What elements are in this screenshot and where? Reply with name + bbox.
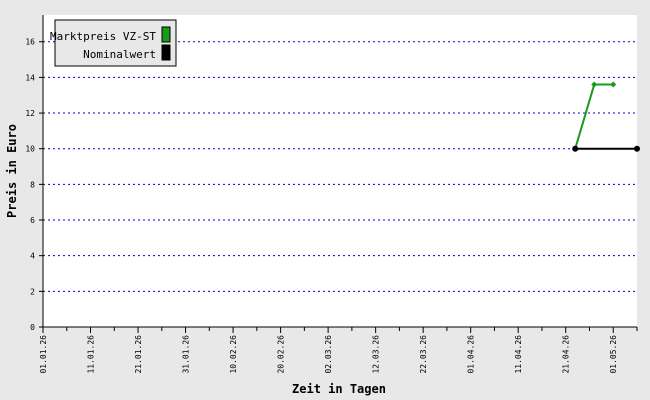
x-tick-label: 22.03.26 (419, 335, 428, 374)
data-point (572, 145, 579, 152)
x-tick-label: 02.03.26 (324, 335, 333, 374)
x-tick-label: 21.04.26 (562, 335, 571, 374)
y-tick-label: 10 (25, 145, 35, 154)
legend: Marktpreis VZ-ST Nominalwert (50, 19, 177, 67)
chart-canvas: 0 2 4 6 8 10 12 14 16 01.01.26 11.01.26 21.01.26 31… (5, 15, 640, 396)
x-tick-label: 10.02.26 (229, 335, 238, 374)
y-tick-label: 12 (25, 109, 35, 118)
x-ticks: 01.01.26 11.01.26 21.01.26 31.01.26 10.02.26… (39, 327, 638, 374)
legend-swatch-marktpreis (161, 26, 171, 43)
y-ticks: 0 2 4 6 8 10 12 14 16 (25, 38, 43, 332)
x-tick-label: 11.01.26 (87, 335, 96, 374)
y-tick-label: 14 (25, 73, 35, 82)
x-tick-label: 11.04.26 (514, 335, 523, 374)
y-tick-label: 6 (30, 216, 35, 225)
x-tick-label: 01.04.26 (467, 335, 476, 374)
legend-label-marktpreis: Marktpreis VZ-ST (50, 30, 156, 43)
data-point (634, 145, 640, 152)
legend-swatch-nominalwert (161, 44, 171, 61)
x-tick-label: 31.01.26 (182, 335, 191, 374)
x-tick-label: 12.03.26 (372, 335, 381, 374)
x-tick-label: 20.02.26 (277, 335, 286, 374)
y-tick-label: 4 (30, 252, 35, 261)
y-axis-title: Preis in Euro (5, 124, 19, 218)
chart: 0 2 4 6 8 10 12 14 16 01.01.26 11.01.26 21.01.26 31… (0, 0, 650, 400)
y-tick-label: 0 (30, 323, 35, 332)
y-tick-label: 2 (30, 287, 35, 296)
x-tick-label: 01.05.26 (609, 335, 618, 374)
legend-label-nominalwert: Nominalwert (83, 48, 156, 61)
x-tick-label: 21.01.26 (134, 335, 143, 374)
x-axis-title: Zeit in Tagen (292, 382, 386, 396)
y-tick-label: 8 (30, 180, 35, 189)
y-tick-label: 16 (25, 38, 35, 47)
x-tick-label: 01.01.26 (39, 335, 48, 374)
